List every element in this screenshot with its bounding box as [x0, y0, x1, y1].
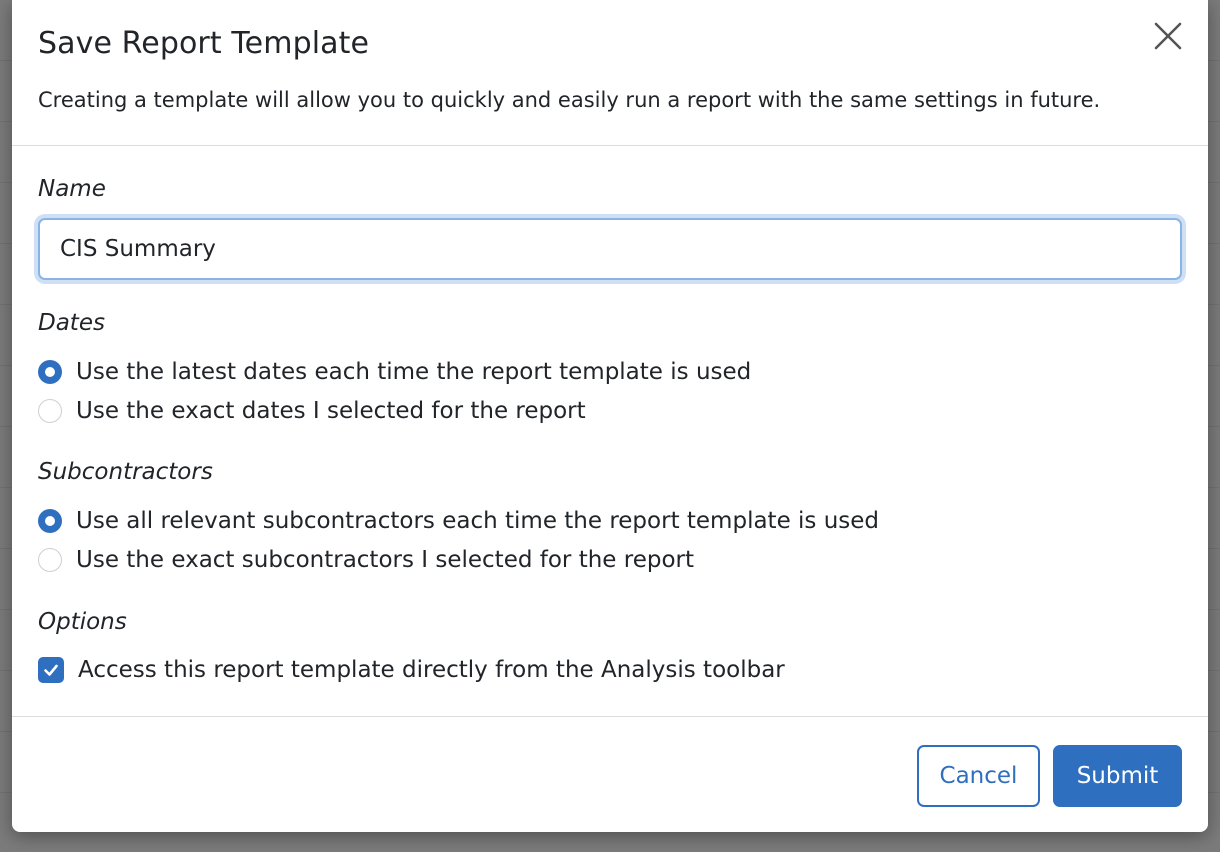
dates-option-exact-label[interactable]: Use the exact dates I selected for the r…	[76, 398, 586, 424]
submit-button[interactable]: Submit	[1053, 745, 1182, 807]
modal-header: Save Report Template Creating a template…	[12, 0, 1208, 146]
cancel-button[interactable]: Cancel	[917, 745, 1040, 807]
save-report-template-dialog: Save Report Template Creating a template…	[12, 0, 1208, 832]
template-name-input[interactable]	[38, 218, 1182, 280]
radio-latest-dates[interactable]	[38, 360, 62, 384]
subcontractors-option-exact-label[interactable]: Use the exact subcontractors I selected …	[76, 547, 694, 573]
radio-all-subcontractors[interactable]	[38, 509, 62, 533]
close-icon	[1154, 22, 1182, 50]
modal-title: Save Report Template	[38, 26, 370, 61]
subcontractors-label: Subcontractors	[38, 459, 213, 485]
check-icon	[44, 664, 58, 676]
modal-description: Creating a template will allow you to qu…	[38, 88, 1101, 112]
option-analysis-toolbar-label[interactable]: Access this report template directly fro…	[78, 657, 785, 683]
dates-option-latest-label[interactable]: Use the latest dates each time the repor…	[76, 359, 751, 385]
subcontractors-option-all-label[interactable]: Use all relevant subcontractors each tim…	[76, 508, 879, 534]
subcontractors-option-exact[interactable]: Use the exact subcontractors I selected …	[38, 545, 694, 575]
modal-body: Name Dates Use the latest dates each tim…	[12, 147, 1208, 717]
name-label: Name	[38, 176, 106, 202]
option-analysis-toolbar[interactable]: Access this report template directly fro…	[38, 655, 785, 685]
dates-option-exact[interactable]: Use the exact dates I selected for the r…	[38, 396, 586, 426]
dates-label: Dates	[38, 310, 105, 336]
modal-footer: Cancel Submit	[12, 716, 1208, 832]
dates-option-latest[interactable]: Use the latest dates each time the repor…	[38, 357, 751, 387]
subcontractors-option-all[interactable]: Use all relevant subcontractors each tim…	[38, 506, 879, 536]
close-button[interactable]	[1150, 18, 1186, 54]
radio-exact-dates[interactable]	[38, 399, 62, 423]
analysis-toolbar-checkbox[interactable]	[38, 657, 64, 683]
options-label: Options	[38, 609, 127, 635]
radio-exact-subcontractors[interactable]	[38, 548, 62, 572]
